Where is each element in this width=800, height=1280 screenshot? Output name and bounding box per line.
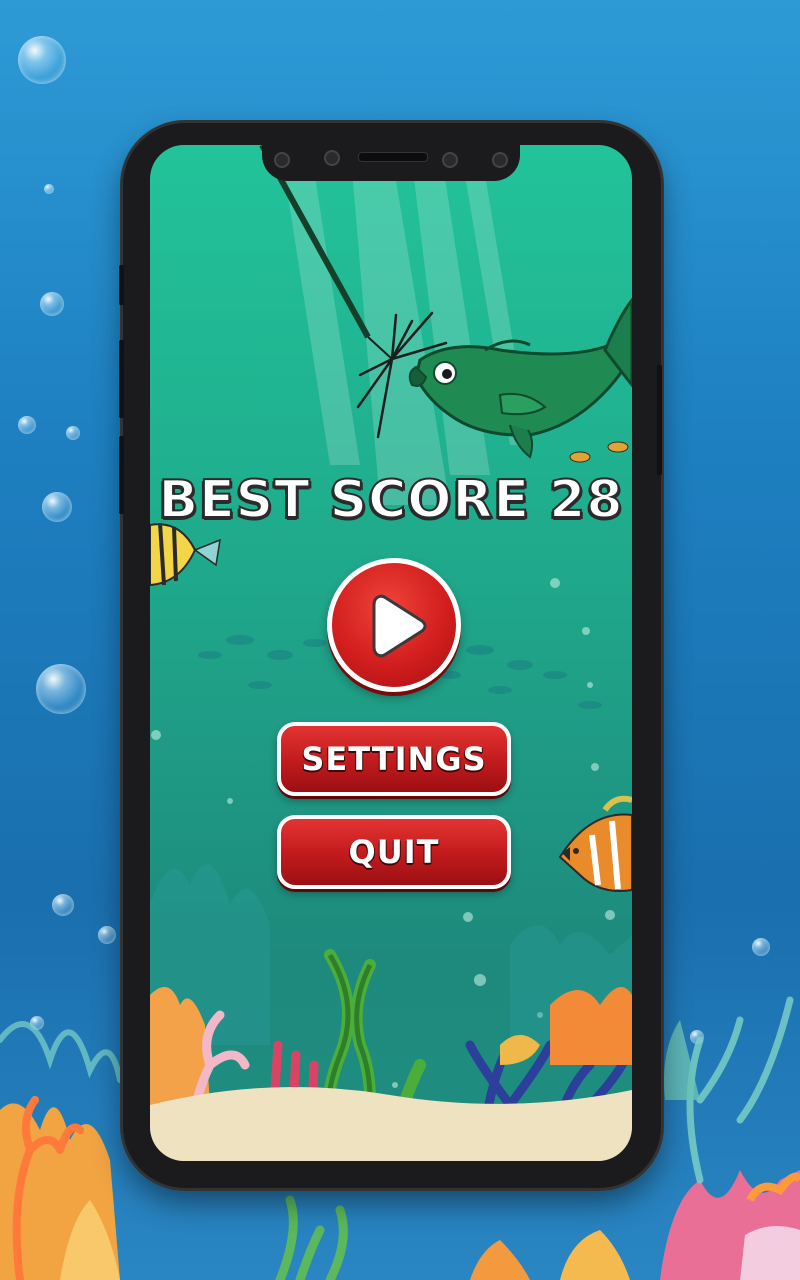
phone-notch: [262, 145, 520, 181]
volume-down-button: [119, 340, 124, 418]
power-button: [657, 365, 662, 475]
right-coral: [660, 996, 800, 1280]
settings-button[interactable]: SETTINGS: [277, 722, 511, 796]
sensor-icon: [442, 152, 458, 168]
angel-fish: [150, 522, 221, 587]
left-coral: [0, 1021, 123, 1280]
sea-floor: [150, 1087, 632, 1161]
clown-fish: [558, 795, 632, 892]
camera-icon: [274, 152, 290, 168]
volume-up-button: [119, 265, 124, 305]
settings-button-label: SETTINGS: [301, 740, 487, 778]
light-rays: [280, 145, 530, 505]
small-fish: [569, 441, 629, 463]
best-score-label: BEST SCORE: [157, 469, 531, 531]
earpiece-speaker: [358, 152, 428, 162]
bottom-seaweed: [275, 1195, 630, 1280]
best-score-value: 28: [548, 469, 624, 531]
best-score-title: BEST SCORE 28: [150, 469, 632, 531]
sensor-icon: [492, 152, 508, 168]
camera-icon: [324, 150, 340, 166]
quit-button[interactable]: QUIT: [277, 815, 511, 889]
play-button[interactable]: [327, 558, 461, 692]
play-icon: [372, 594, 427, 658]
quit-button-label: QUIT: [348, 833, 440, 871]
volume-button: [119, 436, 124, 514]
